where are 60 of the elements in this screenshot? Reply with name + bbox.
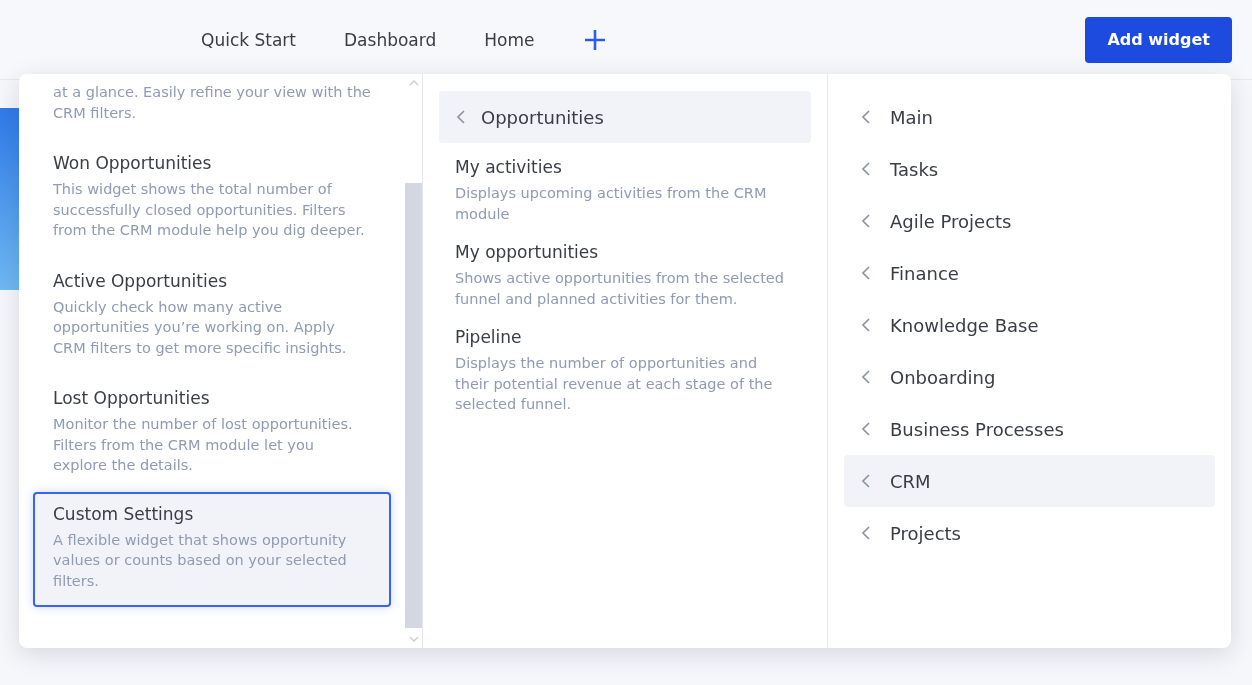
widget-title: Custom Settings	[53, 503, 195, 524]
widget-option[interactable]: Custom Settings A flexible widget that shows opportunity values or counts based on your selected filters.	[33, 491, 391, 607]
widget-title: My activities	[455, 157, 563, 177]
category-item[interactable]: Onboarding	[844, 351, 1215, 403]
widget-option[interactable]: Lost Opportunities Monitor the number of lost opportunities. Filters from the CRM module let you explore the details.	[33, 374, 391, 492]
chevron-left-icon	[457, 110, 465, 124]
category-label: Finance	[890, 262, 959, 284]
add-widget-button[interactable]: Add widget	[1085, 16, 1232, 63]
widget-title: Lost Opportunities	[53, 388, 211, 408]
category-label: Main	[890, 106, 933, 128]
widget-option[interactable]: My activities Displays upcoming activities from the CRM module	[439, 143, 811, 228]
widget-title: Won Opportunities	[53, 153, 213, 173]
nav-tab[interactable]: Dashboard	[344, 29, 437, 50]
category-item[interactable]: Main	[844, 91, 1215, 143]
widget-description: Monitor the number of lost opportunities. Filters from the CRM module let you explore the details.	[53, 415, 354, 475]
add-tab-icon[interactable]	[584, 28, 607, 51]
widget-description: This widget shows the total number of successfully closed opportunities. Filters from the CRM module help you dig deeper.	[53, 180, 366, 240]
scroll-down-icon[interactable]	[408, 636, 419, 642]
widget-option[interactable]: My opportunities Shows active opportunities from the selected funnel and planned activities for them.	[439, 228, 811, 313]
chevron-left-icon	[862, 214, 870, 228]
nav-tab[interactable]: Home	[484, 29, 535, 50]
chevron-left-icon	[862, 162, 870, 176]
chevron-left-icon	[862, 526, 870, 540]
category-label: Tasks	[890, 158, 939, 180]
category-item[interactable]: Finance	[844, 247, 1215, 299]
category-item[interactable]: CRM	[844, 455, 1215, 507]
nav-tab[interactable]: Quick Start	[201, 29, 296, 50]
category-item[interactable]: Business Processes	[844, 403, 1215, 455]
widget-description: Displays upcoming activities from the CRM module	[455, 184, 768, 224]
widget-description: Shows active opportunities from the selected funnel and planned activities for them.	[455, 269, 785, 309]
widget-option[interactable]: Active Opportunities Quickly check how many active opportunities you’re working on. Apply CRM filters to get more specific insights.	[33, 256, 391, 374]
category-label: Onboarding	[890, 366, 996, 388]
group-title: Opportunities	[481, 106, 604, 128]
category-label: Business Processes	[890, 418, 1064, 440]
widget-description: Displays the number of opportunities and their potential revenue at each stage of the selected funnel.	[455, 354, 774, 414]
widget-title: My opportunities	[455, 242, 600, 262]
category-label: CRM	[890, 470, 931, 492]
chevron-left-icon	[862, 318, 870, 332]
widget-description: A flexible widget that shows opportunity values or counts based on your selected filters.	[53, 530, 348, 591]
category-label: Agile Projects	[890, 210, 1012, 232]
widget-description: at a glance. Easily refine your view with the CRM filters.	[53, 83, 371, 123]
widget-option[interactable]: Pipeline Displays the number of opportunities and their potential revenue at each stage of the selected funnel.	[439, 313, 811, 419]
category-item[interactable]: Tasks	[844, 143, 1215, 195]
chevron-left-icon	[862, 370, 870, 384]
widget-title: Active Opportunities	[53, 270, 228, 291]
widget-title: Pipeline	[455, 327, 523, 347]
category-item[interactable]: Knowledge Base	[844, 299, 1215, 351]
scrollbar-thumb[interactable]	[405, 183, 422, 628]
widget-option[interactable]: Won Opportunities This widget shows the total number of successfully closed opportunities. Filters from the CRM module help you dig deeper.	[33, 139, 391, 257]
chevron-left-icon	[862, 110, 870, 124]
scroll-up-icon[interactable]	[408, 80, 419, 86]
back-button[interactable]: Opportunities	[439, 91, 811, 143]
widget-description: Quickly check how many active opportunities you’re working on. Apply CRM filters to get more specific insights.	[53, 297, 348, 358]
chevron-left-icon	[862, 474, 870, 488]
chevron-left-icon	[862, 422, 870, 436]
category-item[interactable]: Projects	[844, 507, 1215, 559]
chevron-left-icon	[862, 266, 870, 280]
category-label: Projects	[890, 522, 961, 544]
category-label: Knowledge Base	[890, 314, 1039, 336]
category-item[interactable]: Agile Projects	[844, 195, 1215, 247]
